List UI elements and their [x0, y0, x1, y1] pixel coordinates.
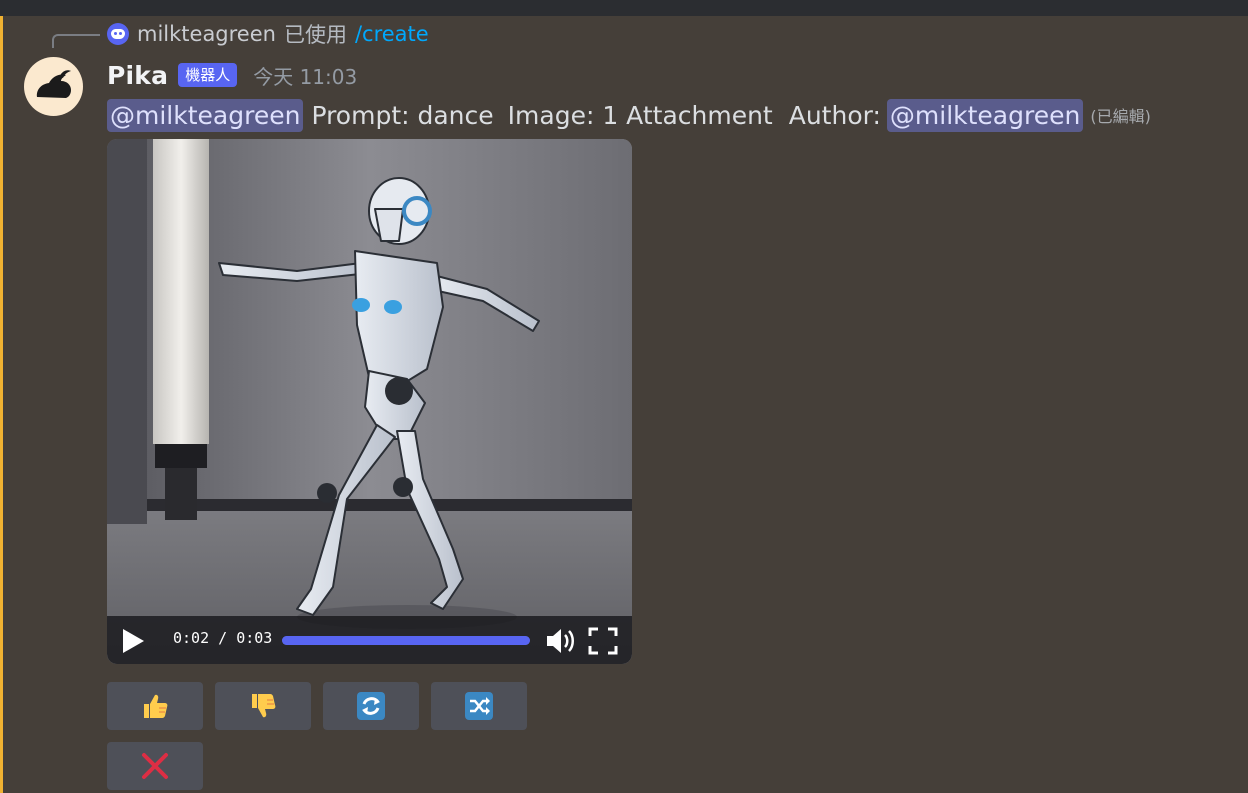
play-icon — [123, 629, 144, 653]
shuffle-button[interactable] — [431, 682, 527, 730]
shuffle-icon — [465, 692, 493, 720]
user-mention[interactable]: @milkteagreen — [107, 98, 304, 132]
command-user[interactable]: milkteagreen — [137, 22, 276, 46]
rabbit-logo-icon — [36, 70, 71, 98]
author-label: Author: — [788, 100, 881, 130]
video-frame — [107, 139, 632, 664]
refresh-button[interactable] — [323, 682, 419, 730]
message-highlight-bar — [0, 16, 3, 793]
progress-fill — [282, 636, 530, 645]
refresh-icon — [357, 692, 385, 720]
time-separator: / — [209, 629, 237, 647]
video-player[interactable]: 0:02 / 0:03 — [107, 139, 632, 664]
author-name[interactable]: Pika — [107, 61, 168, 90]
thumbs-up-button[interactable] — [107, 682, 203, 730]
user-mention[interactable]: @milkteagreen — [886, 98, 1084, 132]
thumbs-up-icon — [144, 694, 168, 718]
edited-label: (已編輯) — [1090, 107, 1151, 126]
command-reference[interactable]: milkteagreen 已使用 /create — [107, 20, 429, 48]
message-timestamp[interactable]: 今天 11:03 — [253, 61, 357, 90]
volume-icon — [547, 629, 574, 653]
bot-badge: 機器人 — [178, 63, 238, 87]
current-time: 0:02 — [173, 629, 210, 647]
video-time: 0:02 / 0:03 — [173, 629, 272, 647]
reply-spine — [52, 34, 100, 48]
play-button[interactable] — [121, 628, 145, 654]
close-x-icon — [142, 753, 168, 779]
cancel-button[interactable] — [107, 742, 203, 790]
image-text: Image: 1 Attachment — [507, 100, 773, 130]
thumbs-down-icon — [252, 694, 276, 718]
window-top-bar — [0, 0, 1248, 16]
fullscreen-icon — [588, 627, 618, 655]
discord-icon — [107, 23, 129, 45]
progress-bar[interactable] — [282, 636, 530, 645]
fullscreen-button[interactable] — [587, 626, 619, 656]
message-content: @milkteagreen Prompt: dance Image: 1 Att… — [107, 95, 1151, 135]
volume-button[interactable] — [545, 626, 577, 656]
duration: 0:03 — [236, 629, 273, 647]
command-used-label: 已使用 — [283, 23, 347, 47]
message-header: Pika 機器人 今天 11:03 — [107, 58, 357, 92]
prompt-text: Prompt: dance — [311, 100, 494, 130]
avatar[interactable] — [24, 57, 83, 116]
thumbs-down-button[interactable] — [215, 682, 311, 730]
command-name-link[interactable]: /create — [355, 22, 429, 46]
video-controls: 0:02 / 0:03 — [107, 616, 632, 664]
